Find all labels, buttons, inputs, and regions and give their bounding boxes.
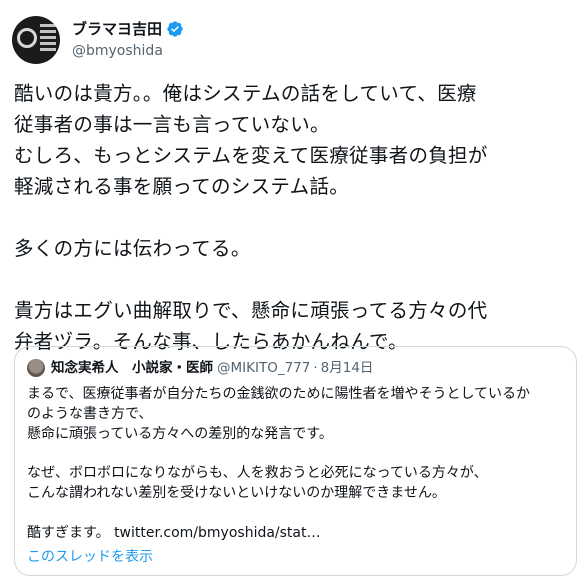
show-thread-link[interactable]: このスレッドを表示 xyxy=(27,547,153,567)
quoted-author-avatar xyxy=(27,359,45,377)
quoted-tweet-link[interactable]: twitter.com/bmyoshida/stat… xyxy=(114,525,320,541)
avatar-ring-graphic xyxy=(17,28,37,48)
author-display-name[interactable]: ブラマヨ吉田 xyxy=(72,19,162,39)
quoted-author-handle: @MIKITO_777 xyxy=(217,360,311,376)
quoted-tweet-header: 知念実希人 小説家・医師 @MIKITO_777 · 8月14日 xyxy=(27,359,373,377)
author-handle[interactable]: @bmyoshida xyxy=(72,41,184,61)
tweet-header: ブラマヨ吉田 @bmyoshida xyxy=(12,12,184,68)
avatar-text-graphic xyxy=(40,24,56,54)
quoted-tweet-text: まるで、医療従事者が自分たちの金銭欲のために陽性者を増やそうとしているか のよう… xyxy=(27,386,531,541)
quoted-tweet[interactable]: 知念実希人 小説家・医師 @MIKITO_777 · 8月14日 まるで、医療従… xyxy=(14,346,577,576)
quoted-author-name: 知念実希人 小説家・医師 xyxy=(51,360,213,376)
tweet-text: 酷いのは貴方。。俺はシステムの話をしていて、医療 従事者の事は一言も言っていない… xyxy=(14,82,488,353)
author-avatar[interactable] xyxy=(12,16,60,64)
author-names: ブラマヨ吉田 @bmyoshida xyxy=(72,19,184,61)
author-name-row: ブラマヨ吉田 xyxy=(72,19,184,39)
quoted-date: 8月14日 xyxy=(320,360,374,376)
verified-badge-icon xyxy=(167,21,183,37)
quoted-tweet-body: まるで、医療従事者が自分たちの金銭欲のために陽性者を増やそうとしているか のよう… xyxy=(27,385,567,543)
quoted-separator: · xyxy=(313,360,318,376)
